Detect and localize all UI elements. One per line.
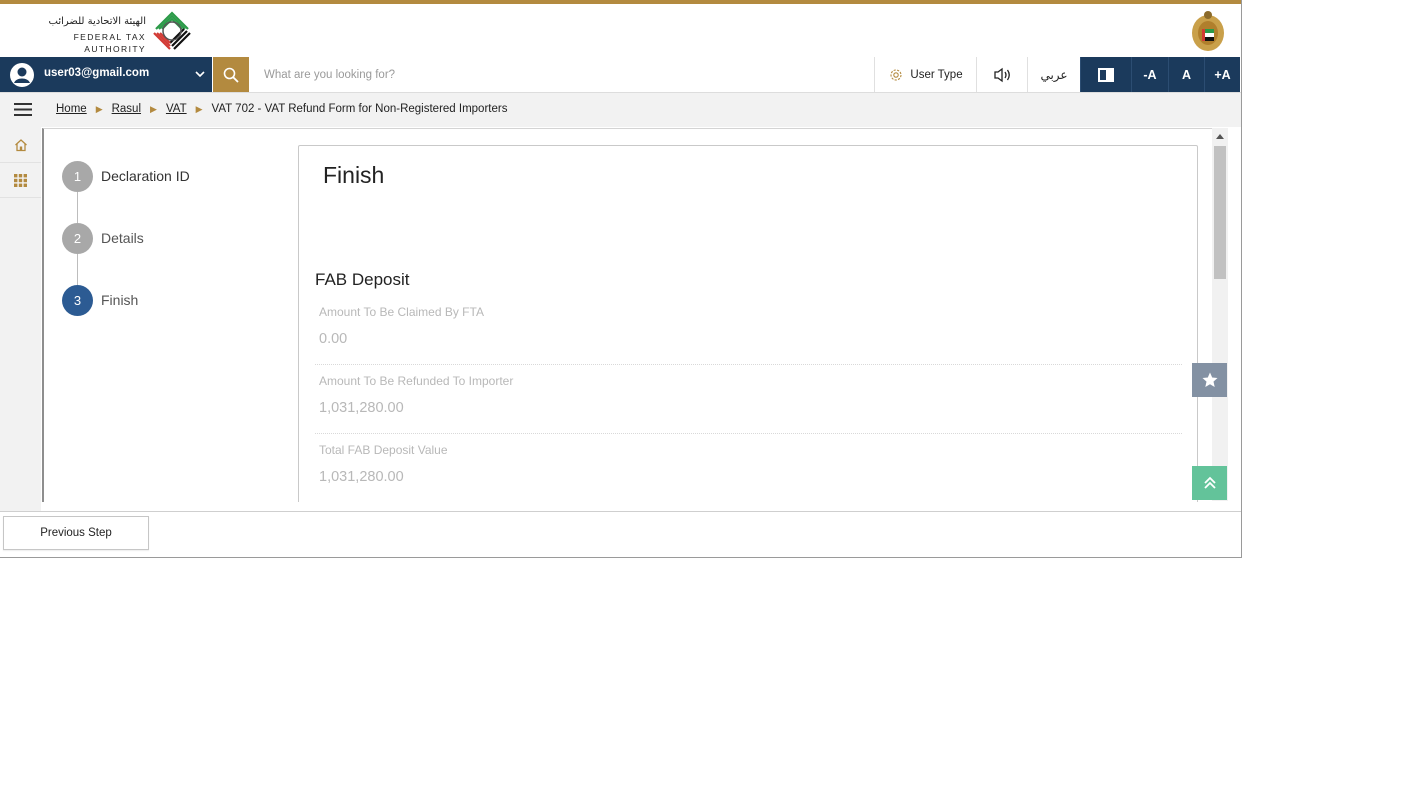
- field-total-fab-deposit: Total FAB Deposit Value 1,031,280.00: [315, 434, 1182, 502]
- speaker-icon: [993, 67, 1010, 82]
- grid-icon: [14, 173, 27, 187]
- search-input[interactable]: [254, 58, 866, 91]
- audio-button[interactable]: [976, 57, 1028, 92]
- star-icon: [1202, 372, 1217, 387]
- breadcrumb-separator-icon: ▶: [150, 103, 157, 114]
- logo-english-text: FEDERAL TAX AUTHORITY: [73, 32, 146, 54]
- section-title: FAB Deposit: [315, 270, 410, 289]
- field-value: 0.00: [319, 331, 348, 347]
- gear-icon: [890, 68, 902, 81]
- logo-bar: الهيئة الاتحادية للضرائب FEDERAL TAX AUT…: [0, 4, 1241, 58]
- font-reset-button[interactable]: A: [1168, 57, 1204, 92]
- scroll-thumb[interactable]: [1214, 146, 1226, 279]
- breadcrumb-current: VAT 702 - VAT Refund Form for Non-Regist…: [211, 103, 508, 115]
- field-label: Amount To Be Claimed By FTA: [319, 305, 484, 319]
- chevron-down-icon: [195, 71, 205, 78]
- breadcrumb: Home ▶ Rasul ▶ VAT ▶ VAT 702 - VAT Refun…: [56, 103, 507, 115]
- step-details[interactable]: 2 Details: [62, 223, 282, 255]
- breadcrumb-home[interactable]: Home: [56, 103, 87, 115]
- fta-logo-icon[interactable]: [150, 9, 194, 53]
- user-email: user03@gmail.com: [44, 67, 150, 79]
- breadcrumb-bar: Home ▶ Rasul ▶ VAT ▶ VAT 702 - VAT Refun…: [0, 93, 1241, 127]
- side-rail: [0, 127, 41, 511]
- footer-bar: Previous Step: [0, 511, 1241, 557]
- contrast-button[interactable]: [1080, 57, 1131, 92]
- search-icon: [223, 67, 239, 83]
- hamburger-menu-icon[interactable]: [14, 102, 32, 117]
- favorite-button[interactable]: [1192, 363, 1227, 397]
- top-navbar: user03@gmail.com User Type: [0, 57, 1241, 93]
- field-amount-refunded-to-importer: Amount To Be Refunded To Importer 1,031,…: [315, 365, 1182, 434]
- scroll-to-top-button[interactable]: [1192, 466, 1227, 500]
- field-amount-claimed-by-fta: Amount To Be Claimed By FTA 0.00: [315, 296, 1182, 365]
- step-connector: [77, 254, 78, 285]
- apps-rail-button[interactable]: [0, 163, 41, 198]
- finish-panel: Finish FAB Deposit Amount To Be Claimed …: [298, 145, 1198, 502]
- field-value: 1,031,280.00: [319, 400, 404, 416]
- breadcrumb-separator-icon: ▶: [195, 103, 203, 114]
- user-avatar-icon: [10, 63, 34, 87]
- font-increase-button[interactable]: +A: [1204, 57, 1240, 92]
- double-chevron-up-icon: [1203, 476, 1216, 489]
- field-label: Total FAB Deposit Value: [319, 443, 448, 457]
- user-type-button[interactable]: User Type: [874, 57, 977, 92]
- breadcrumb-vat[interactable]: VAT: [166, 103, 187, 115]
- user-type-label: User Type: [910, 68, 963, 81]
- field-value: 1,031,280.00: [319, 469, 404, 485]
- home-rail-button[interactable]: [0, 128, 41, 163]
- fta-logo-text[interactable]: الهيئة الاتحادية للضرائب FEDERAL TAX AUT…: [16, 16, 146, 55]
- main-content: 1 Declaration ID 2 Details 3 Finish Fini…: [42, 128, 1214, 502]
- step-finish[interactable]: 3 Finish: [62, 285, 282, 317]
- breadcrumb-separator-icon: ▶: [95, 103, 103, 114]
- search-button[interactable]: [213, 57, 249, 92]
- step-label: Finish: [101, 292, 139, 308]
- step-label: Details: [101, 230, 144, 246]
- panel-title: Finish: [323, 162, 385, 188]
- field-label: Amount To Be Refunded To Importer: [319, 374, 514, 388]
- contrast-icon: [1098, 67, 1114, 82]
- user-menu[interactable]: user03@gmail.com: [0, 57, 212, 92]
- step-connector: [77, 192, 78, 223]
- breadcrumb-rasul[interactable]: Rasul: [112, 103, 141, 115]
- font-decrease-button[interactable]: -A: [1131, 57, 1168, 92]
- content-scrollbar[interactable]: [1212, 128, 1228, 501]
- step-number: 1: [62, 161, 93, 192]
- step-number: 3: [62, 285, 93, 316]
- logo-arabic-text: الهيئة الاتحادية للضرائب: [48, 16, 146, 27]
- home-icon: [14, 139, 27, 152]
- scroll-up-arrow-icon[interactable]: [1216, 134, 1224, 139]
- language-toggle[interactable]: عربي: [1027, 57, 1080, 92]
- step-declaration-id[interactable]: 1 Declaration ID: [62, 161, 282, 193]
- step-number: 2: [62, 223, 93, 254]
- step-label: Declaration ID: [101, 168, 190, 184]
- uae-emblem-icon: [1192, 11, 1224, 51]
- previous-step-button[interactable]: Previous Step: [3, 516, 149, 550]
- app-window: الهيئة الاتحادية للضرائب FEDERAL TAX AUT…: [0, 0, 1242, 558]
